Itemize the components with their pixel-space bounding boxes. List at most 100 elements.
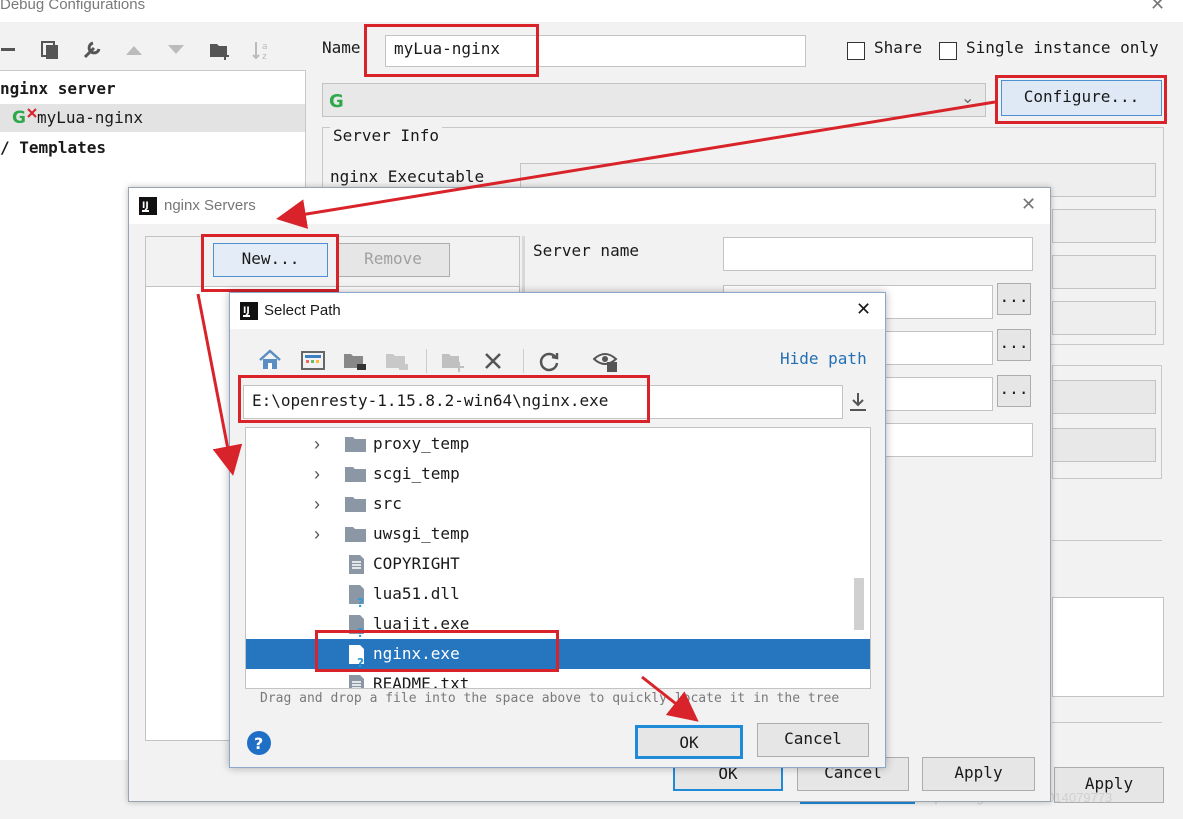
file-name: proxy_temp xyxy=(373,434,470,453)
chevron-right-icon[interactable]: › xyxy=(314,489,320,519)
tree-item-nginx-server[interactable]: nginx server xyxy=(0,75,305,103)
server-info-field-4[interactable] xyxy=(1052,301,1156,335)
browse-button[interactable]: ... xyxy=(997,375,1031,407)
highlight-box-configure xyxy=(995,75,1167,124)
module-folder-icon xyxy=(385,350,409,372)
wrench-icon[interactable] xyxy=(80,38,104,62)
hide-path-link[interactable]: Hide path xyxy=(780,349,867,368)
svg-text:IJ: IJ xyxy=(243,306,250,316)
file-tree-row[interactable]: COPYRIGHT xyxy=(246,549,870,579)
svg-text:G: G xyxy=(329,91,344,111)
delete-icon[interactable] xyxy=(484,352,502,370)
download-icon[interactable] xyxy=(848,391,868,413)
refresh-icon[interactable] xyxy=(538,350,560,372)
single-instance-checkbox[interactable] xyxy=(939,42,957,60)
toolbar-separator xyxy=(523,349,524,373)
file-tree-row[interactable]: ? lua51.dll xyxy=(246,579,870,609)
single-instance-label: Single instance only xyxy=(966,38,1159,57)
home-icon[interactable] xyxy=(258,349,282,371)
svg-text:a: a xyxy=(262,42,268,52)
server-info-field-3[interactable] xyxy=(1052,255,1156,289)
file-name: lua51.dll xyxy=(373,584,460,603)
file-tree-row[interactable]: › uwsgi_temp xyxy=(246,519,870,549)
file-name: scgi_temp xyxy=(373,464,460,483)
remove-server-button[interactable]: Remove xyxy=(336,243,450,277)
tree-item-label: Templates xyxy=(19,138,106,157)
dialog-title-bar: IJ Select Path ✕ xyxy=(230,293,885,329)
scrollbar-thumb[interactable] xyxy=(854,578,864,630)
right-field-1[interactable] xyxy=(1052,380,1156,414)
toolbar-separator xyxy=(426,349,427,373)
folder-icon xyxy=(345,466,367,483)
chevron-right-icon[interactable]: › xyxy=(314,429,320,459)
move-down-icon[interactable] xyxy=(164,38,188,62)
remove-icon[interactable] xyxy=(0,38,20,62)
share-checkbox[interactable] xyxy=(847,42,865,60)
highlight-box-name xyxy=(364,24,539,77)
name-label: Name xyxy=(322,38,361,57)
description-area[interactable] xyxy=(1052,597,1164,697)
expand-arrow-icon: / xyxy=(0,138,10,157)
text-file-icon xyxy=(349,675,365,688)
project-folder-icon[interactable] xyxy=(343,350,367,372)
server-info-label: Server Info xyxy=(330,126,442,145)
file-name: COPYRIGHT xyxy=(373,554,460,573)
file-tree-row[interactable]: › src xyxy=(246,489,870,519)
folder-icon xyxy=(345,526,367,543)
svg-text:?: ? xyxy=(254,734,263,753)
folder-add-icon[interactable] xyxy=(208,38,232,62)
show-hidden-icon[interactable] xyxy=(593,349,619,373)
close-icon[interactable]: ✕ xyxy=(856,299,871,320)
chevron-right-icon[interactable]: › xyxy=(314,519,320,549)
browse-button[interactable]: ... xyxy=(997,329,1031,361)
chevron-down-icon: ⌄ xyxy=(961,90,975,107)
move-up-icon[interactable] xyxy=(122,38,146,62)
close-icon[interactable]: ✕ xyxy=(1150,0,1165,15)
help-icon[interactable]: ? xyxy=(246,730,272,756)
folder-icon xyxy=(345,496,367,513)
unknown-file-icon: ? xyxy=(349,585,367,607)
browse-button[interactable]: ... xyxy=(997,283,1031,315)
file-name: uwsgi_temp xyxy=(373,524,470,543)
tree-item-mylua-nginx[interactable]: G myLua-nginx xyxy=(0,104,305,132)
nginx-executable-label: nginx Executable xyxy=(330,167,485,186)
chevron-right-icon[interactable]: › xyxy=(314,459,320,489)
select-path-dialog: IJ Select Path ✕ Hide path E:\openresty-… xyxy=(229,292,886,768)
dialog-title-bar: IJ nginx Servers ✕ xyxy=(129,188,1050,224)
tree-item-label: nginx server xyxy=(0,79,116,98)
sort-icon[interactable]: az xyxy=(250,38,274,62)
nginx-config-error-icon: G xyxy=(12,106,38,128)
dialog-title: Select Path xyxy=(264,302,341,319)
file-tree-row[interactable]: › proxy_temp xyxy=(246,429,870,459)
select-cancel-button[interactable]: Cancel xyxy=(757,723,869,757)
right-field-2[interactable] xyxy=(1052,428,1156,462)
text-file-icon xyxy=(349,555,365,575)
dialog-title: nginx Servers xyxy=(164,197,256,214)
svg-text:IJ: IJ xyxy=(142,201,149,211)
servers-apply-button[interactable]: Apply xyxy=(922,757,1035,791)
file-name: README.txt xyxy=(373,674,470,689)
share-label: Share xyxy=(874,38,923,57)
highlight-box-new xyxy=(201,234,339,292)
svg-text:z: z xyxy=(262,52,267,61)
desktop-icon[interactable] xyxy=(301,351,325,371)
select-ok-button[interactable]: OK xyxy=(635,725,743,759)
file-tree-row[interactable]: › scgi_temp xyxy=(246,459,870,489)
tree-item-templates[interactable]: / Templates xyxy=(0,134,305,162)
drag-drop-hint: Drag and drop a file into the space abov… xyxy=(260,691,840,706)
window-title: Debug Configurations xyxy=(0,0,146,13)
divider xyxy=(1052,540,1162,541)
server-info-field-2[interactable] xyxy=(1052,209,1156,243)
intellij-app-icon: IJ xyxy=(139,197,157,215)
file-tree-row[interactable]: README.txt xyxy=(246,669,870,689)
svg-text:G: G xyxy=(12,108,26,128)
copy-icon[interactable] xyxy=(38,38,62,62)
close-icon[interactable]: ✕ xyxy=(1021,194,1036,215)
tree-item-label: myLua-nginx xyxy=(37,108,143,127)
server-select[interactable]: G ⌄ xyxy=(322,83,986,117)
main-title-bar: Debug Configurations ✕ xyxy=(0,0,1183,22)
server-name-field[interactable] xyxy=(723,237,1033,271)
nginx-g-icon: G xyxy=(329,89,349,111)
file-name: src xyxy=(373,494,402,513)
intellij-app-icon: IJ xyxy=(240,302,258,320)
